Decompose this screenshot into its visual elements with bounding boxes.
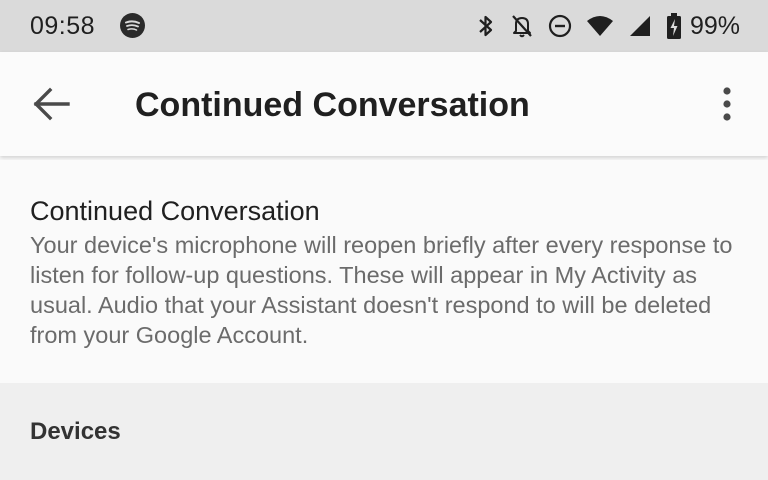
battery-charging-icon	[666, 12, 682, 40]
status-time: 09:58	[30, 12, 96, 40]
setting-title: Continued Conversation	[30, 196, 320, 226]
app-bar: Continued Conversation	[0, 52, 768, 156]
status-bar: 09:58 99%	[0, 0, 768, 52]
spotify-icon	[120, 13, 145, 38]
battery-percent: 99%	[689, 12, 740, 40]
wifi-icon	[586, 14, 614, 38]
do-not-disturb-icon	[548, 14, 572, 38]
status-icons: 99%	[476, 10, 740, 42]
devices-header: Devices	[30, 418, 121, 445]
more-vert-icon[interactable]	[712, 86, 742, 122]
notifications-off-icon	[510, 13, 534, 39]
devices-section: Devices	[0, 383, 768, 480]
page-title: Continued Conversation	[135, 86, 530, 124]
cellular-signal-icon	[628, 14, 652, 38]
arrow-back-icon[interactable]	[28, 84, 76, 124]
bluetooth-icon	[476, 13, 496, 39]
continued-conversation-setting[interactable]: Continued Conversation Your device's mic…	[0, 160, 768, 383]
setting-description: Your device's microphone will reopen bri…	[30, 232, 733, 348]
